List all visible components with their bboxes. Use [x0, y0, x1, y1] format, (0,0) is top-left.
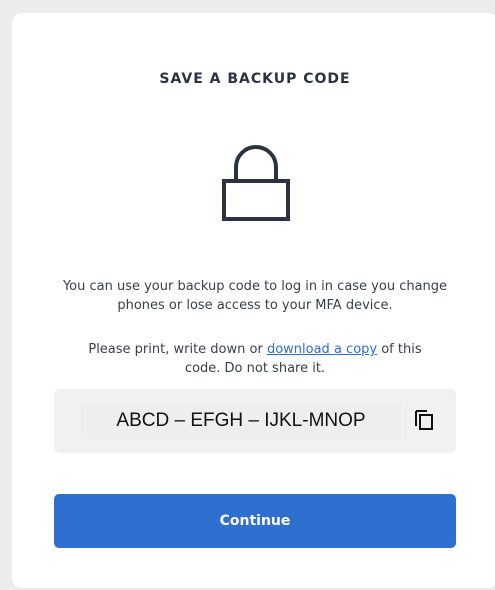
download-copy-link[interactable]: download a copy — [267, 342, 377, 357]
continue-button[interactable]: Continue — [54, 494, 456, 548]
backup-description: You can use your backup code to log in i… — [62, 279, 448, 313]
copy-icon[interactable] — [414, 409, 434, 431]
dialog-title: SAVE A BACKUP CODE — [159, 71, 351, 87]
lock-icon — [222, 145, 290, 221]
backup-instruction: Please print, write down or download a c… — [82, 340, 428, 378]
backup-code-box: ABCD – EFGH – IJKL-MNOP — [54, 389, 456, 453]
backup-code-card: SAVE A BACKUP CODE You can use your back… — [12, 13, 495, 588]
backup-code-value: ABCD – EFGH – IJKL-MNOP — [81, 403, 401, 439]
instruction-text-before: Please print, write down or — [88, 342, 267, 357]
